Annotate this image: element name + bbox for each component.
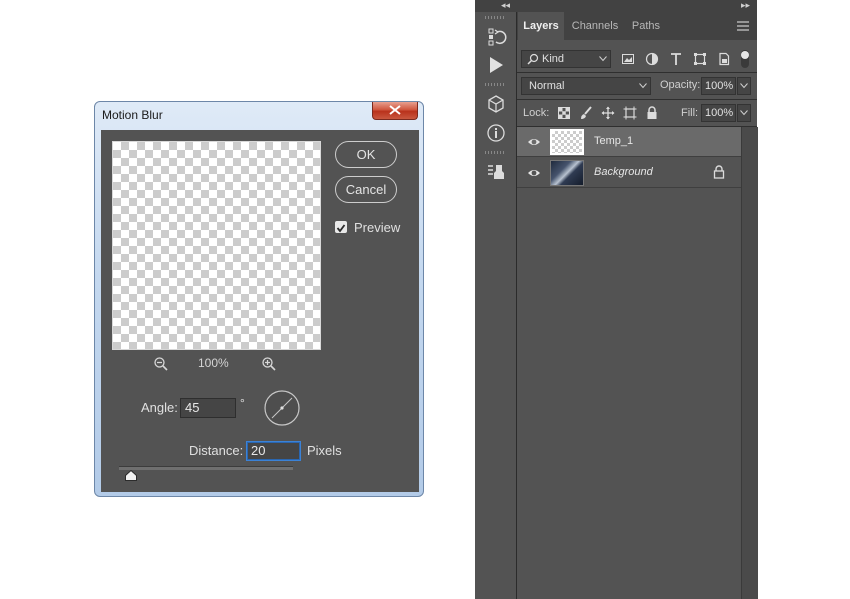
lock-image-pixels-icon[interactable] — [579, 106, 593, 120]
tab-channels[interactable]: Channels — [567, 12, 623, 40]
properties-icon[interactable] — [485, 161, 507, 183]
layers-scrollbar[interactable] — [741, 127, 758, 599]
layer-name[interactable]: Background — [594, 166, 653, 178]
collapse-left-icon[interactable]: ◂◂ — [501, 0, 510, 11]
dialog-body: OK Cancel Preview 100% Angle: 45 ° Dista… — [101, 130, 419, 492]
preview-canvas[interactable] — [112, 141, 321, 350]
zoom-in-icon[interactable] — [261, 356, 277, 372]
lock-all-icon[interactable] — [645, 106, 659, 120]
3d-icon[interactable] — [485, 93, 507, 115]
distance-input[interactable]: 20 — [246, 441, 301, 461]
history-icon[interactable] — [485, 26, 507, 48]
smart-object-filter-icon[interactable] — [717, 52, 731, 66]
ok-button[interactable]: OK — [335, 141, 397, 168]
lock-transparent-pixels-icon[interactable] — [557, 106, 571, 120]
checkmark-icon — [336, 224, 346, 233]
visibility-eye-icon[interactable] — [527, 135, 541, 149]
filter-kind-value: Kind — [542, 53, 565, 65]
layers-empty-area — [517, 189, 741, 599]
distance-slider-track[interactable] — [119, 466, 293, 470]
grip-handle[interactable] — [485, 151, 505, 154]
fill-label: Fill: — [681, 107, 699, 119]
preview-checkbox[interactable] — [335, 221, 347, 233]
distance-slider-thumb[interactable] — [125, 470, 138, 481]
blend-mode-value: Normal — [529, 80, 565, 92]
fill-input[interactable]: 100% — [701, 104, 736, 122]
opacity-dropdown[interactable] — [737, 77, 751, 95]
panel-icon-strip — [475, 12, 517, 599]
layer-thumbnail[interactable] — [550, 129, 584, 155]
angle-label: Angle: — [141, 400, 178, 415]
dialog-title: Motion Blur — [102, 108, 163, 122]
panel-menu-icon[interactable] — [737, 21, 749, 31]
opacity-input[interactable]: 100% — [701, 77, 736, 95]
grip-handle[interactable] — [485, 83, 505, 86]
adjustment-filter-icon[interactable] — [645, 52, 659, 66]
distance-unit-label: Pixels — [307, 443, 342, 458]
angle-input[interactable]: 45 — [180, 398, 236, 418]
tab-paths[interactable]: Paths — [625, 12, 667, 40]
distance-label: Distance: — [189, 443, 244, 458]
lock-label: Lock: — [523, 107, 550, 119]
chevron-down-icon — [599, 56, 607, 62]
layers-panel: Layers Channels Paths Kind Normal Opacit… — [517, 12, 758, 599]
angle-dial[interactable] — [264, 390, 300, 426]
layer-lock-icon — [713, 165, 725, 179]
search-icon — [527, 53, 539, 65]
chevron-down-icon — [639, 83, 647, 89]
filter-kind-select[interactable]: Kind — [521, 50, 611, 68]
actions-play-icon[interactable] — [485, 54, 507, 76]
type-filter-icon[interactable] — [669, 52, 683, 66]
visibility-eye-icon[interactable] — [527, 166, 541, 180]
chevron-down-icon — [740, 83, 748, 89]
motion-blur-dialog: Motion Blur OK Cancel Preview 100% Angle… — [94, 101, 424, 497]
layer-row-background[interactable]: Background — [517, 158, 741, 188]
collapse-right-icon[interactable]: ▸▸ — [741, 0, 750, 11]
pixel-layer-filter-icon[interactable] — [621, 52, 635, 66]
chevron-down-icon — [740, 110, 748, 116]
tab-layers[interactable]: Layers — [518, 12, 564, 40]
divider — [517, 99, 757, 100]
photoshop-panel-dock: ◂◂ ▸▸ Layers Channels Paths Kind Normal … — [475, 0, 758, 599]
info-icon[interactable] — [485, 122, 507, 144]
layer-thumbnail[interactable] — [550, 160, 584, 186]
filter-toggle-switch[interactable] — [741, 50, 749, 68]
grip-handle[interactable] — [485, 16, 505, 19]
fill-dropdown[interactable] — [737, 104, 751, 122]
zoom-out-icon[interactable] — [153, 356, 169, 372]
cancel-button[interactable]: Cancel — [335, 176, 397, 203]
panel-tab-bar: Layers Channels Paths — [517, 12, 757, 40]
dock-top-bar — [475, 0, 757, 12]
degree-symbol: ° — [240, 396, 245, 410]
close-icon — [389, 105, 401, 115]
layer-name[interactable]: Temp_1 — [594, 135, 633, 147]
shape-filter-icon[interactable] — [693, 52, 707, 66]
layer-row-temp[interactable]: Temp_1 — [517, 127, 741, 157]
close-button[interactable] — [372, 102, 418, 120]
preview-label: Preview — [354, 220, 401, 235]
blend-mode-select[interactable]: Normal — [521, 77, 651, 95]
lock-artboard-icon[interactable] — [623, 106, 637, 120]
zoom-level: 100% — [198, 356, 229, 370]
filter-toggle-knob — [741, 51, 749, 59]
lock-position-icon[interactable] — [601, 106, 615, 120]
opacity-label: Opacity: — [660, 79, 701, 91]
divider — [517, 72, 757, 73]
